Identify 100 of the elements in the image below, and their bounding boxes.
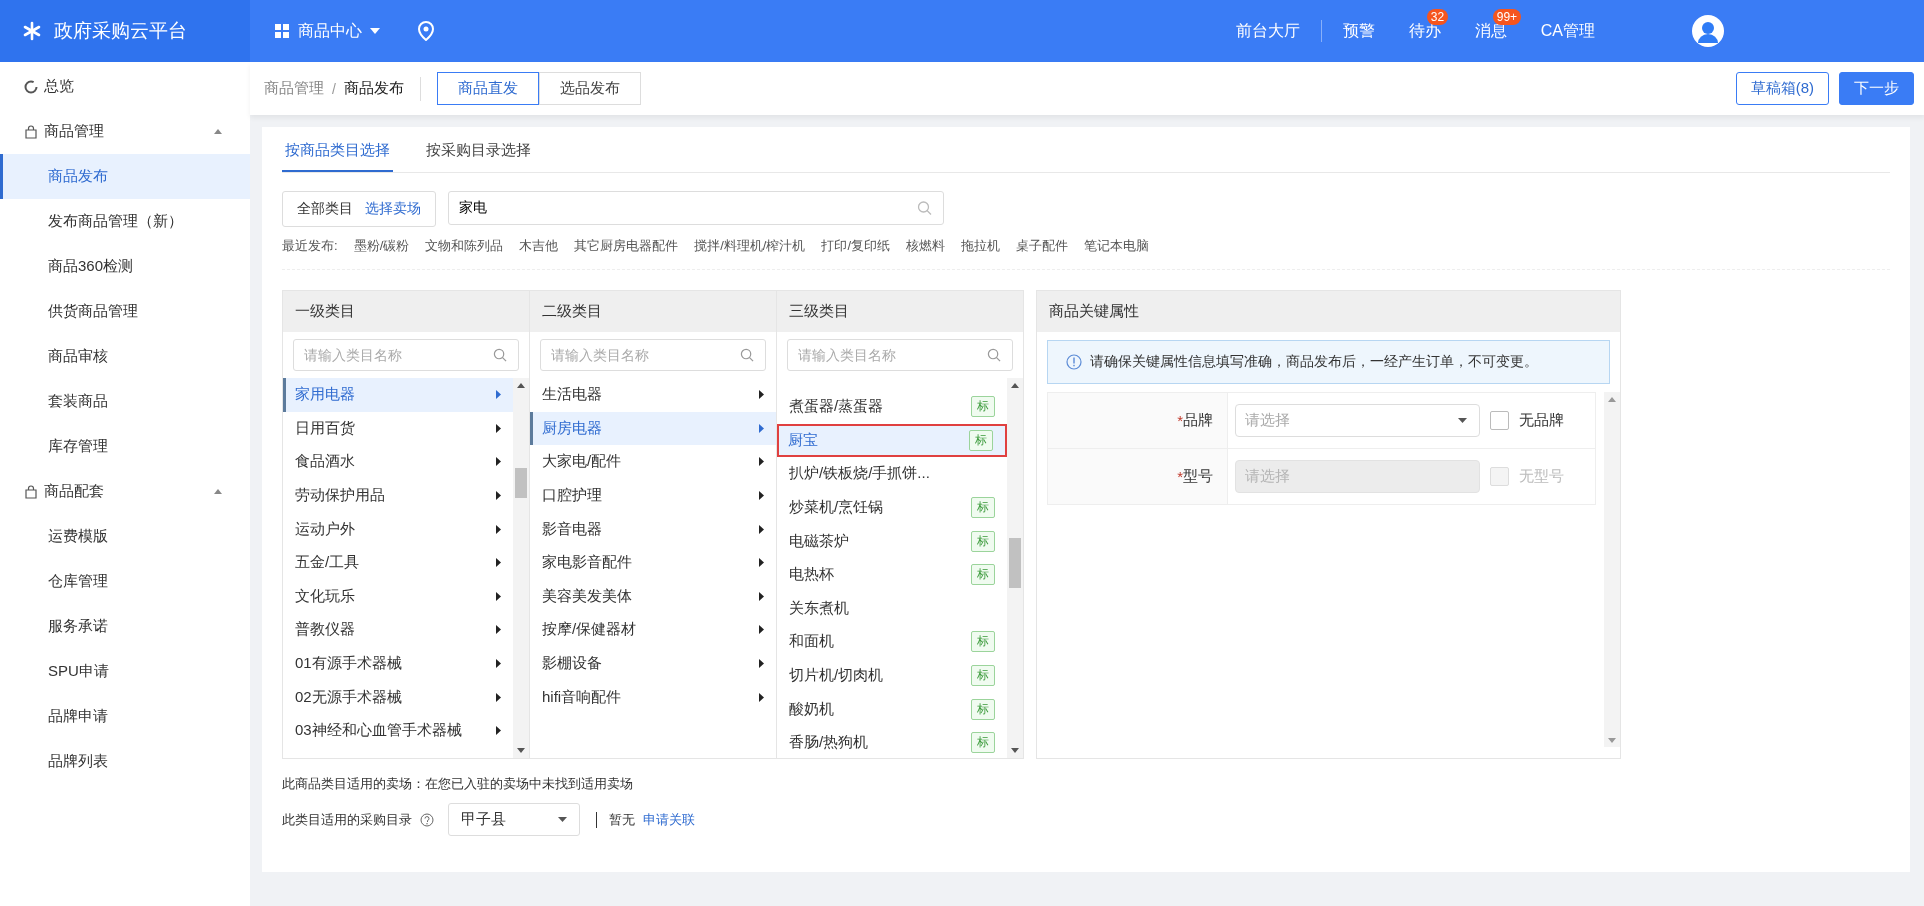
recent-category-link[interactable]: 打印/复印纸 — [821, 237, 891, 255]
recent-category-link[interactable]: 木吉他 — [519, 237, 559, 255]
next-button[interactable]: 下一步 — [1839, 72, 1914, 105]
tag-label: 标 — [969, 429, 993, 451]
checkbox[interactable]: 无品牌 — [1490, 411, 1564, 430]
category-tab[interactable]: 按采购目录选择 — [423, 141, 534, 172]
choose-market-link[interactable]: 选择卖场 — [365, 200, 421, 218]
recent-category-link[interactable]: 其它厨房电器配件 — [574, 237, 679, 255]
category-item[interactable]: 五金/工具 — [283, 545, 513, 580]
sidebar-item[interactable]: 商品发布 — [0, 154, 250, 199]
sidebar-item[interactable]: 品牌列表 — [0, 739, 250, 784]
category-item[interactable]: 家用电器 — [283, 378, 513, 412]
catalog-select[interactable]: 甲子县 — [448, 803, 580, 836]
category-item[interactable]: 生活电器 — [530, 378, 776, 412]
category-item[interactable]: 家电影音配件 — [530, 545, 776, 580]
nav-menu[interactable]: 商品中心 — [268, 19, 386, 43]
category-item[interactable]: 口腔护理 — [530, 478, 776, 513]
scrollbar[interactable] — [1007, 378, 1023, 758]
category-item[interactable]: 普教仪器 — [283, 613, 513, 647]
category-item[interactable]: 酸奶机 标 — [777, 692, 1007, 726]
location-pin-icon[interactable] — [418, 21, 434, 41]
expand-arrow-icon — [496, 390, 501, 400]
expand-arrow-icon — [759, 457, 764, 467]
sidebar-item[interactable]: 商品审核 — [0, 334, 250, 379]
sidebar-group[interactable]: 商品配套 — [0, 469, 250, 514]
sidebar-item[interactable]: 仓库管理 — [0, 559, 250, 604]
category-item[interactable]: 影棚设备 — [530, 646, 776, 681]
breadcrumb-link[interactable]: 商品发布 — [343, 79, 404, 98]
sidebar-group[interactable]: 商品管理 — [0, 109, 250, 154]
recent-category-link[interactable]: 文物和陈列品 — [425, 237, 504, 255]
category-item[interactable]: 运动户外 — [283, 512, 513, 546]
notice-text: 请确保关键属性信息填写准确，商品发布后，一经产生订单，不可变更。 — [1090, 353, 1538, 371]
count-badge: 99+ — [1492, 8, 1522, 25]
category-item[interactable]: 美容美发美体 — [530, 579, 776, 614]
recent-category-link[interactable]: 墨粉/碳粉 — [353, 237, 410, 255]
sidebar-item[interactable]: 品牌申请 — [0, 694, 250, 739]
category-item[interactable]: 02无源手术器械 — [283, 680, 513, 714]
category-item[interactable]: 切片机/切肉机 标 — [777, 658, 1007, 693]
category-item[interactable]: 01有源手术器械 — [283, 646, 513, 681]
scrollbar[interactable] — [513, 378, 529, 758]
recent-category-link[interactable]: 笔记本电脑 — [1084, 237, 1150, 255]
expand-arrow-icon — [759, 390, 764, 400]
expand-arrow-icon — [496, 659, 501, 669]
search-field[interactable]: 请输入类目名称 — [787, 339, 1013, 371]
recent-category-link[interactable]: 搅拌/料理机/榨汁机 — [694, 237, 806, 255]
sidebar-item[interactable]: 套装商品 — [0, 379, 250, 424]
category-item[interactable]: hifi音响配件 — [530, 680, 776, 714]
tag-label: 标 — [971, 732, 995, 754]
category-item[interactable]: 影音电器 — [530, 512, 776, 546]
sidebar-item[interactable]: 服务承诺 — [0, 604, 250, 649]
top-nav-link[interactable]: CA管理 — [1540, 20, 1595, 42]
sidebar-item[interactable]: 供货商品管理 — [0, 289, 250, 334]
category-item[interactable]: 日用百货 — [283, 411, 513, 446]
recent-category-link[interactable]: 桌子配件 — [1016, 237, 1069, 255]
sidebar-item[interactable]: 运费模版 — [0, 514, 250, 559]
sidebar-item[interactable]: SPU申请 — [0, 649, 250, 694]
sidebar-item[interactable]: 库存管理 — [0, 424, 250, 469]
sidebar-item[interactable]: 总览 — [0, 64, 250, 109]
category-item[interactable]: 和面机 标 — [777, 625, 1007, 659]
scope-label: 全部类目 — [297, 200, 353, 218]
category-item[interactable]: 厨房电器 — [530, 411, 776, 446]
mode-tab[interactable]: 选品发布 — [538, 72, 641, 105]
category-item[interactable]: 大家电/配件 — [530, 445, 776, 479]
tag-label: 标 — [971, 564, 995, 586]
recent-category-link[interactable]: 拖拉机 — [961, 237, 1001, 255]
mode-tab[interactable]: 商品直发 — [436, 72, 539, 105]
category-item[interactable]: 厨宝 标 — [777, 423, 1007, 458]
category-item[interactable]: 按摩/保健器材 — [530, 613, 776, 647]
category-item[interactable]: 劳动保护用品 — [283, 478, 513, 513]
category-item[interactable]: 电热杯 标 — [777, 557, 1007, 592]
tag-label: 标 — [971, 396, 995, 418]
avatar-icon[interactable] — [1692, 15, 1724, 47]
search-field[interactable]: 请输入类目名称 — [293, 339, 519, 371]
category-tab[interactable]: 按商品类目选择 — [282, 141, 393, 172]
search-field[interactable]: 请输入类目名称 — [540, 339, 766, 371]
field-label: *品牌 — [1048, 393, 1228, 448]
column-header: 二级类目 — [530, 291, 776, 332]
tag-label: 标 — [971, 665, 995, 687]
recent-category-link[interactable]: 核燃料 — [906, 237, 946, 255]
expand-arrow-icon — [496, 423, 501, 433]
category-item[interactable]: 电磁茶炉 标 — [777, 524, 1007, 558]
breadcrumb-link[interactable]: 商品管理 — [264, 79, 324, 98]
category-item[interactable]: 炒菜机/烹饪锅 标 — [777, 490, 1007, 525]
category-item[interactable]: 香肠/热狗机 标 — [777, 725, 1007, 758]
category-item[interactable]: 扒炉/铁板烧/手抓饼... — [777, 457, 1007, 491]
category-item[interactable]: 文化玩乐 — [283, 579, 513, 614]
apply-link[interactable]: 申请关联 — [643, 810, 695, 829]
platform-logo[interactable]: 政府采购云平台 — [0, 0, 250, 62]
search-field[interactable]: 家电 — [448, 191, 944, 225]
expand-arrow-icon — [759, 423, 764, 433]
drafts-button[interactable]: 草稿箱(8) — [1735, 72, 1829, 105]
sidebar-item[interactable]: 发布商品管理（新） — [0, 199, 250, 244]
category-item[interactable]: 关东煮机 — [777, 591, 1007, 626]
scrollbar[interactable] — [1604, 392, 1620, 747]
category-item[interactable]: 食品酒水 — [283, 445, 513, 479]
category-item[interactable]: 03神经和心血管手术器械 — [283, 713, 513, 748]
top-nav-link[interactable]: 预警 — [1342, 20, 1375, 42]
sidebar-item[interactable]: 商品360检测 — [0, 244, 250, 289]
category-item[interactable]: 煮蛋器/蒸蛋器 标 — [777, 390, 1007, 424]
top-nav-link[interactable]: 前台大厅 — [1235, 20, 1300, 42]
